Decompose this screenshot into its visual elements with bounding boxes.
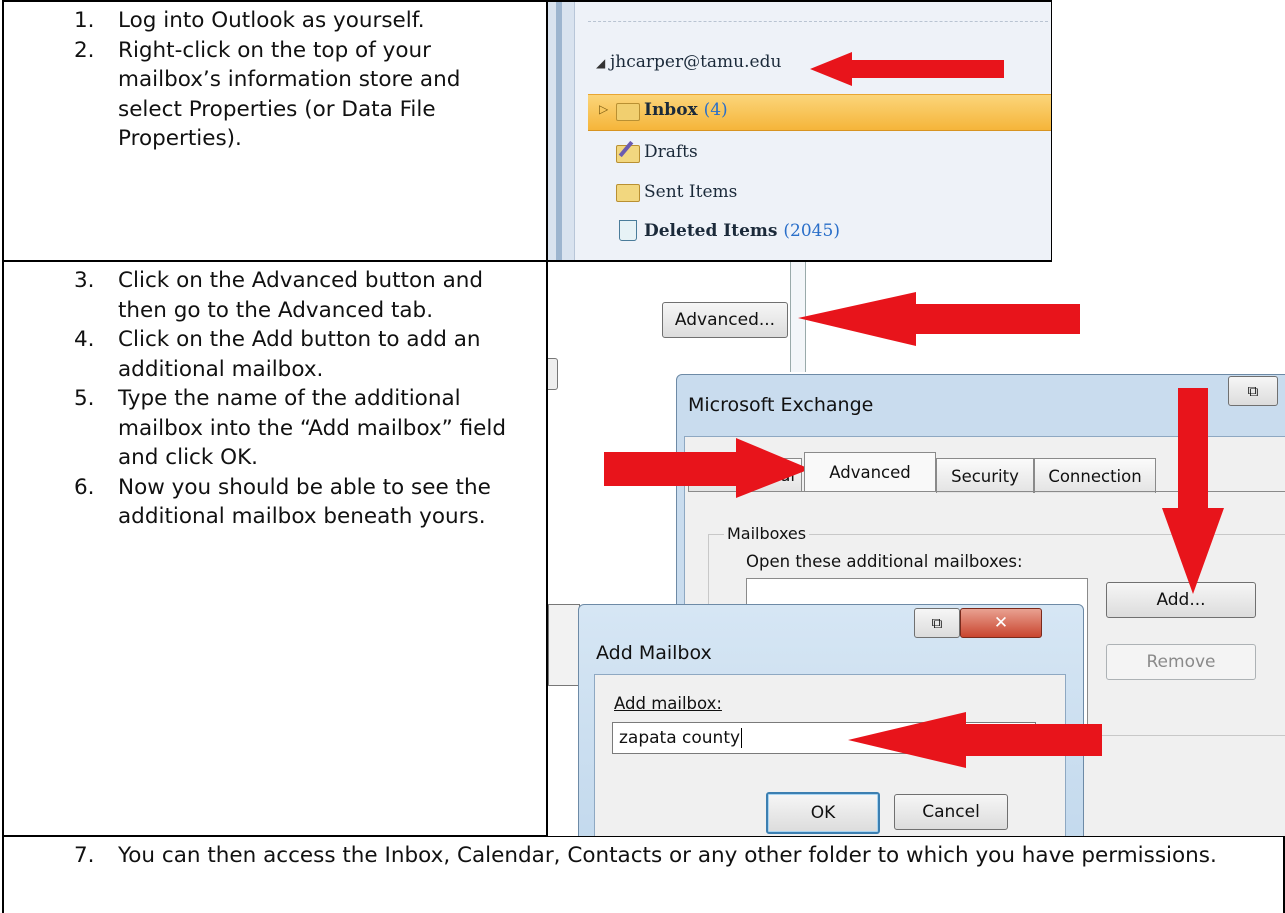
sent-items-label[interactable]: Sent Items	[644, 182, 737, 202]
step-text: Now you should be able to see the additi…	[118, 474, 491, 530]
pane-edge-bar	[556, 2, 562, 260]
inbox-count: (4)	[703, 100, 728, 120]
ok-button[interactable]: OK	[766, 792, 880, 834]
steps-row-1: 1. Log into Outlook as yourself. 2. Right-…	[74, 6, 498, 154]
remove-button[interactable]: Remove	[1106, 644, 1256, 680]
tab-connection[interactable]: Connection	[1034, 458, 1156, 493]
restore-icon[interactable]: ⧉	[1228, 376, 1278, 406]
step-5: 5. Type the name of the additional mailbo…	[74, 384, 538, 473]
exchange-settings-screenshot: Advanced... Microsoft Exchange ⧉ eneral …	[548, 262, 1285, 836]
add-mailbox-label-text: Add mailbox:	[614, 694, 722, 713]
step-number: 3.	[74, 268, 95, 293]
tab-advanced[interactable]: Advanced	[804, 452, 936, 491]
close-icon[interactable]: ✕	[960, 608, 1042, 638]
deleted-count: (2045)	[783, 221, 840, 241]
pane-divider	[588, 21, 1048, 22]
step-number: 7.	[74, 843, 95, 868]
open-mailboxes-label: Open these additional mailboxes:	[746, 552, 1023, 571]
advanced-button[interactable]: Advanced...	[662, 302, 788, 338]
step-number: 2.	[74, 37, 95, 63]
inbox-text: Inbox	[644, 100, 698, 120]
mailboxes-group-label: Mailboxes	[724, 524, 810, 543]
step-text: You can then access the Inbox, Calendar,…	[118, 843, 1217, 868]
step-text: Click on the Advanced button and then go…	[118, 268, 484, 323]
step-text: Log into Outlook as yourself.	[118, 8, 425, 33]
inbox-label[interactable]: Inbox (4)	[644, 100, 728, 120]
step-4: 4. Click on the Add button to add an addi…	[74, 325, 538, 384]
step-text: Type the name of the additional mailbox …	[118, 386, 507, 470]
step-text: Right-click on the top of your mailbox’s…	[118, 37, 461, 152]
steps-row-2: 3. Click on the Advanced button and then …	[74, 266, 538, 532]
red-arrow-add-mailbox-field	[848, 712, 1102, 768]
step-3: 3. Click on the Advanced button and then …	[74, 266, 538, 325]
step-number: 5.	[74, 386, 95, 411]
step-number: 6.	[74, 474, 95, 500]
collapse-triangle-icon[interactable]: ▷	[599, 102, 608, 116]
add-mailbox-field-label: Add mailbox:	[614, 694, 722, 713]
text-caret	[741, 728, 743, 748]
step-number: 4.	[74, 327, 95, 352]
step-text: Click on the Add button to add an additi…	[118, 327, 481, 382]
step-number: 1.	[74, 8, 95, 33]
restore-icon[interactable]: ⧉	[914, 608, 960, 638]
step-1: 1. Log into Outlook as yourself.	[74, 6, 498, 36]
outlook-folder-pane-screenshot: ◢ jhcarper@tamu.edu ▷ Inbox (4) Drafts S…	[548, 2, 1051, 260]
steps-row-3: 7. You can then access the Inbox, Calenda…	[74, 841, 1238, 871]
drafts-label[interactable]: Drafts	[644, 142, 698, 162]
red-arrow-advanced-tab	[604, 438, 810, 498]
step-6: 6. Now you should be able to see the addi…	[74, 473, 538, 532]
account-name[interactable]: jhcarper@tamu.edu	[610, 52, 781, 72]
expand-triangle-icon[interactable]: ◢	[596, 56, 605, 70]
table-border-left	[2, 0, 4, 913]
step-7: 7. You can then access the Inbox, Calenda…	[74, 841, 1238, 871]
inbox-folder-icon	[616, 103, 640, 121]
add-mailbox-shadow-frame	[548, 604, 580, 686]
add-mailbox-title: Add Mailbox	[596, 642, 712, 664]
red-arrow-account	[810, 52, 1004, 86]
recycle-bin-icon	[619, 220, 637, 241]
red-arrow-advanced-button	[798, 292, 1080, 346]
deleted-text: Deleted Items	[644, 221, 778, 241]
background-button-fragment	[548, 358, 558, 390]
step-2: 2. Right-click on the top of your mailbox…	[74, 36, 498, 154]
dialog-title: Microsoft Exchange	[688, 394, 874, 416]
add-mailbox-input-value: zapata county	[619, 728, 741, 748]
deleted-items-label[interactable]: Deleted Items (2045)	[644, 221, 840, 241]
red-arrow-add-button	[1162, 388, 1224, 594]
cancel-button[interactable]: Cancel	[894, 794, 1008, 830]
tab-security[interactable]: Security	[936, 458, 1034, 493]
sent-folder-icon	[616, 184, 640, 202]
